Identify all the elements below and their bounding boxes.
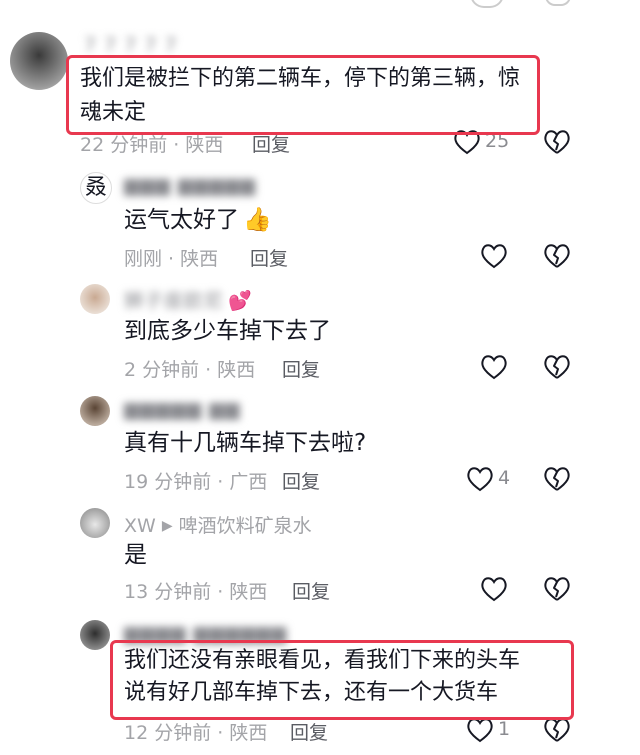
reply-button[interactable]: 回复 <box>282 355 320 382</box>
heart-outline-icon[interactable] <box>480 576 508 602</box>
top-partial-icon <box>545 0 571 6</box>
comment-author[interactable]: 7 7 7 7 7 <box>84 34 178 56</box>
author-name-text: 狮子座欧尼 <box>124 290 225 312</box>
broken-heart-icon[interactable] <box>543 575 571 603</box>
comment-text-content: 运气太好了 <box>124 207 239 233</box>
comment-author[interactable]: ▆▆▆ ▆▆▆▆▆ <box>124 174 256 196</box>
heart-outline-icon[interactable] <box>480 243 508 269</box>
avatar[interactable] <box>80 620 110 650</box>
broken-heart-icon[interactable] <box>543 128 571 156</box>
top-partial-icon <box>470 0 504 8</box>
avatar[interactable] <box>80 396 110 426</box>
heart-outline-icon[interactable] <box>480 354 508 380</box>
reply-arrow-icon: ▶ <box>161 518 173 534</box>
reply-button[interactable]: 回复 <box>292 577 330 604</box>
highlight-box <box>66 55 540 135</box>
comment-text: 运气太好了 👍 <box>124 203 272 237</box>
reply-button[interactable]: 回复 <box>290 718 328 745</box>
comment-meta: 13 分钟前 · 陕西 <box>124 581 268 603</box>
comment-text: 是 <box>124 542 147 568</box>
avatar[interactable] <box>10 32 68 90</box>
thumbs-up-emoji: 👍 <box>243 207 272 233</box>
highlight-box <box>110 640 574 720</box>
comment-text: 到底多少车掉下去了 <box>124 318 331 344</box>
reply-button[interactable]: 回复 <box>250 244 288 271</box>
heart-outline-icon[interactable] <box>466 717 494 743</box>
author-name-text: XW <box>124 515 156 537</box>
broken-heart-icon[interactable] <box>543 465 571 493</box>
avatar[interactable] <box>80 284 110 314</box>
broken-heart-icon[interactable] <box>543 353 571 381</box>
like-count: 4 <box>498 467 511 489</box>
comment-text: 真有十几辆车掉下去啦? <box>124 430 367 456</box>
comment-meta: 2 分钟前 · 陕西 <box>124 359 256 381</box>
reply-to-name[interactable]: 啤酒饮料矿泉水 <box>179 515 312 537</box>
comment-author[interactable]: ▆▆▆▆▆ ▆▆ <box>124 398 240 420</box>
broken-heart-icon[interactable] <box>543 716 571 744</box>
avatar[interactable] <box>80 508 110 538</box>
broken-heart-icon[interactable] <box>543 242 571 270</box>
comment-meta: 刚刚 · 陕西 <box>124 248 219 270</box>
comment-meta: 12 分钟前 · 陕西 <box>124 722 268 744</box>
comment-meta: 19 分钟前 · 广西 <box>124 471 268 493</box>
hearts-emoji: 💕 <box>228 290 252 312</box>
heart-outline-icon[interactable] <box>466 466 494 492</box>
reply-button[interactable]: 回复 <box>282 467 320 494</box>
comment-author[interactable]: XW ▶ 啤酒饮料矿泉水 <box>124 511 312 538</box>
avatar[interactable]: 叒 <box>80 172 112 204</box>
comment-author[interactable]: 狮子座欧尼 💕 <box>124 286 252 313</box>
like-count: 1 <box>498 718 511 740</box>
